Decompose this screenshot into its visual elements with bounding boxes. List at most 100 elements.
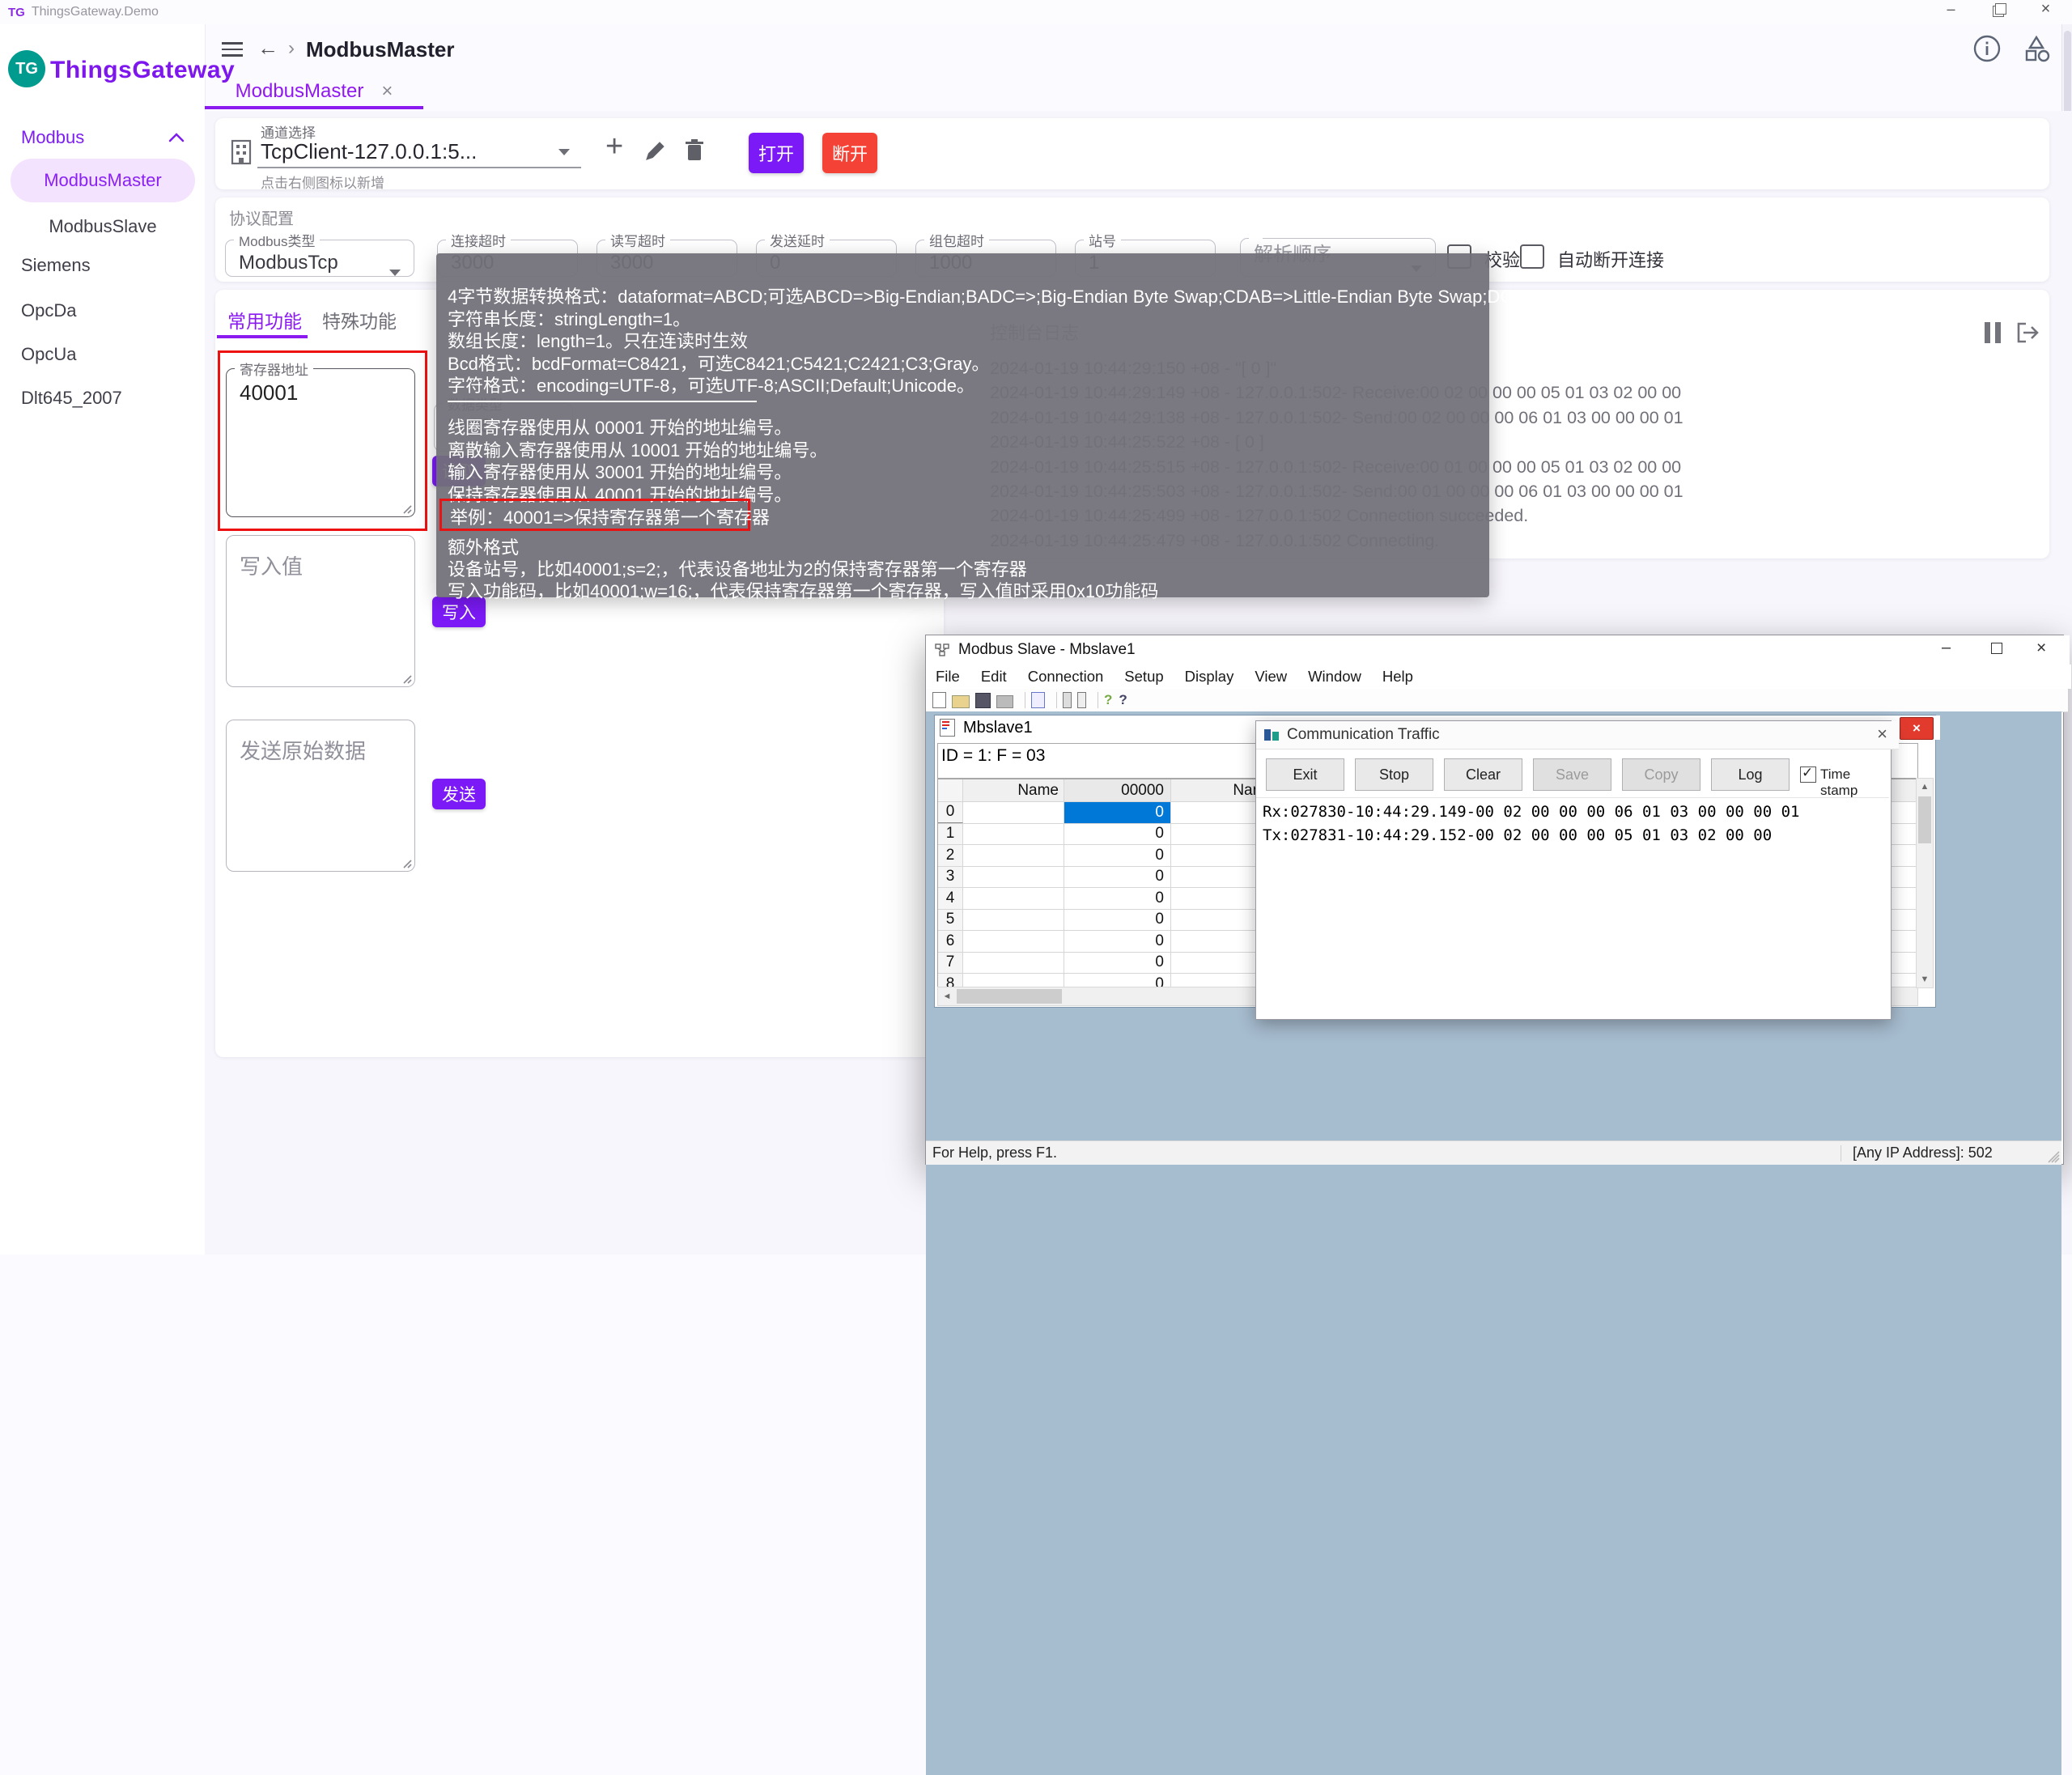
context-help-icon[interactable]: ? [1119, 692, 1127, 708]
delete-channel-icon[interactable] [683, 138, 706, 163]
name-cell[interactable] [963, 953, 1064, 974]
name-cell[interactable] [963, 845, 1064, 866]
sidebar-item-opcua[interactable]: OpcUa [21, 337, 76, 372]
window-close-button[interactable]: × [2040, 3, 2052, 15]
vscroll-up-arrow[interactable]: ▲ [1917, 779, 1933, 795]
edit-channel-icon[interactable] [644, 139, 667, 162]
menu-edit[interactable]: Edit [981, 668, 1007, 686]
write-value-textarea[interactable]: 写入值 [226, 535, 415, 687]
register-address-value: 40001 [227, 379, 414, 406]
menu-connection[interactable]: Connection [1028, 668, 1104, 686]
grid-col-name: Name [963, 779, 1064, 801]
value-cell[interactable]: 0 [1064, 824, 1171, 845]
menu-window[interactable]: Window [1308, 668, 1361, 686]
name-cell[interactable] [963, 931, 1064, 952]
exit-button[interactable]: Exit [1266, 758, 1344, 791]
tooltip-divider [448, 401, 757, 402]
child-window-title: Mbslave1 [963, 719, 1033, 737]
name-cell[interactable] [963, 802, 1064, 823]
resize-handle-icon[interactable] [401, 503, 412, 514]
child-close-button[interactable]: × [1900, 717, 1934, 740]
value-cell[interactable]: 0 [1064, 953, 1171, 974]
menu-view[interactable]: View [1255, 668, 1287, 686]
log-button[interactable]: Log [1711, 758, 1790, 791]
name-cell[interactable] [963, 867, 1064, 888]
add-channel-icon[interactable]: + [605, 130, 623, 164]
menu-help[interactable]: Help [1382, 668, 1413, 686]
slave-close-button[interactable]: × [2036, 639, 2046, 658]
tab-modbusmaster[interactable]: ModbusMaster × [205, 74, 423, 108]
name-cell[interactable] [963, 824, 1064, 845]
open-button[interactable]: 打开 [749, 133, 804, 173]
poll-icon[interactable] [1063, 692, 1072, 708]
copy-button[interactable]: Copy [1622, 758, 1700, 791]
channel-dropdown-caret-icon[interactable] [558, 149, 570, 155]
hscroll-thumb[interactable] [957, 989, 1062, 1004]
menu-display[interactable]: Display [1185, 668, 1234, 686]
vscroll-down-arrow[interactable]: ▼ [1917, 971, 1933, 987]
disconnect-button[interactable]: 断开 [822, 133, 877, 173]
name-cell[interactable] [963, 910, 1064, 931]
row-index: 5 [938, 910, 963, 931]
traffic-title-bar[interactable]: Communication Traffic × [1256, 721, 1899, 749]
shapes-icon[interactable] [2021, 34, 2052, 65]
resize-grip-icon[interactable] [2047, 1150, 2060, 1163]
export-log-icon[interactable] [2015, 321, 2041, 345]
hscroll-left-arrow[interactable]: ◄ [938, 987, 956, 1005]
sidebar-item-modbusmaster[interactable]: ModbusMaster [11, 159, 195, 202]
open-file-icon[interactable] [952, 695, 970, 708]
save-button[interactable]: Save [1533, 758, 1611, 791]
slave-title-bar[interactable]: Modbus Slave - Mbslave1 [926, 635, 2070, 665]
value-cell[interactable]: 0 [1064, 910, 1171, 931]
print-icon[interactable] [996, 695, 1013, 708]
vscroll-thumb[interactable] [1918, 796, 1931, 843]
value-cell[interactable]: 0 [1064, 867, 1171, 888]
register-address-textarea[interactable]: 寄存器地址 40001 [226, 359, 415, 517]
help-icon[interactable]: ? [1104, 692, 1112, 708]
auto-disconnect-checkbox[interactable] [1520, 244, 1544, 269]
functions-tab-underline [217, 335, 308, 338]
poll-alt-icon[interactable] [1077, 692, 1086, 708]
pause-icon[interactable] [1985, 322, 2002, 343]
new-file-icon[interactable] [932, 692, 946, 708]
value-cell[interactable]: 0 [1064, 931, 1171, 952]
channel-select-value[interactable]: TcpClient-127.0.0.1:5... [261, 139, 477, 164]
tab-label: ModbusMaster [236, 80, 364, 103]
auto-disconnect-checkbox-label: 自动断开连接 [1557, 246, 1664, 272]
info-icon[interactable] [1972, 34, 2002, 63]
clear-button[interactable]: Clear [1444, 758, 1522, 791]
display-panel-icon[interactable] [1031, 692, 1045, 708]
back-arrow-icon[interactable]: ← [257, 36, 278, 61]
traffic-close-icon[interactable]: × [1877, 724, 1887, 745]
child-vscrollbar[interactable]: ▲ ▼ [1916, 778, 1934, 988]
value-cell[interactable]: 0 [1064, 888, 1171, 909]
sidebar-item-modbusslave[interactable]: ModbusSlave [11, 206, 195, 248]
resize-handle-icon[interactable] [401, 857, 412, 868]
slave-maximize-button[interactable] [1991, 643, 2002, 654]
value-cell-selected[interactable]: 0 [1064, 802, 1171, 823]
timestamp-checkbox[interactable]: ✓ [1800, 766, 1816, 783]
stop-button[interactable]: Stop [1355, 758, 1433, 791]
window-restore-button[interactable] [1993, 6, 2004, 17]
packet-timeout-label: 组包超时 [924, 230, 989, 250]
send-button[interactable]: 发送 [432, 779, 486, 809]
tab-common-functions[interactable]: 常用功能 [227, 306, 302, 333]
value-cell[interactable]: 0 [1064, 845, 1171, 866]
menu-file[interactable]: File [936, 668, 960, 686]
grid-col-address[interactable]: 00000 [1064, 779, 1171, 801]
name-cell[interactable] [963, 888, 1064, 909]
save-file-icon[interactable] [975, 693, 991, 708]
send-raw-textarea[interactable]: 发送原始数据 [226, 720, 415, 872]
resize-handle-icon[interactable] [401, 673, 412, 684]
modbus-type-select[interactable]: Modbus类型 ModbusTcp [225, 230, 414, 277]
slave-minimize-button[interactable]: – [1942, 639, 1951, 657]
window-minimize-button[interactable]: – [1945, 3, 1957, 15]
tab-close-icon[interactable]: × [381, 80, 393, 103]
menu-setup[interactable]: Setup [1124, 668, 1163, 686]
tab-special-functions[interactable]: 特殊功能 [322, 306, 397, 333]
hamburger-menu-icon[interactable] [222, 38, 243, 61]
sidebar-item-dlt645[interactable]: Dlt645_2007 [21, 380, 122, 416]
sidebar-group-modbus[interactable]: Modbus [21, 127, 84, 148]
sidebar-item-siemens[interactable]: Siemens [21, 248, 91, 283]
sidebar-item-opcda[interactable]: OpcDa [21, 293, 76, 329]
